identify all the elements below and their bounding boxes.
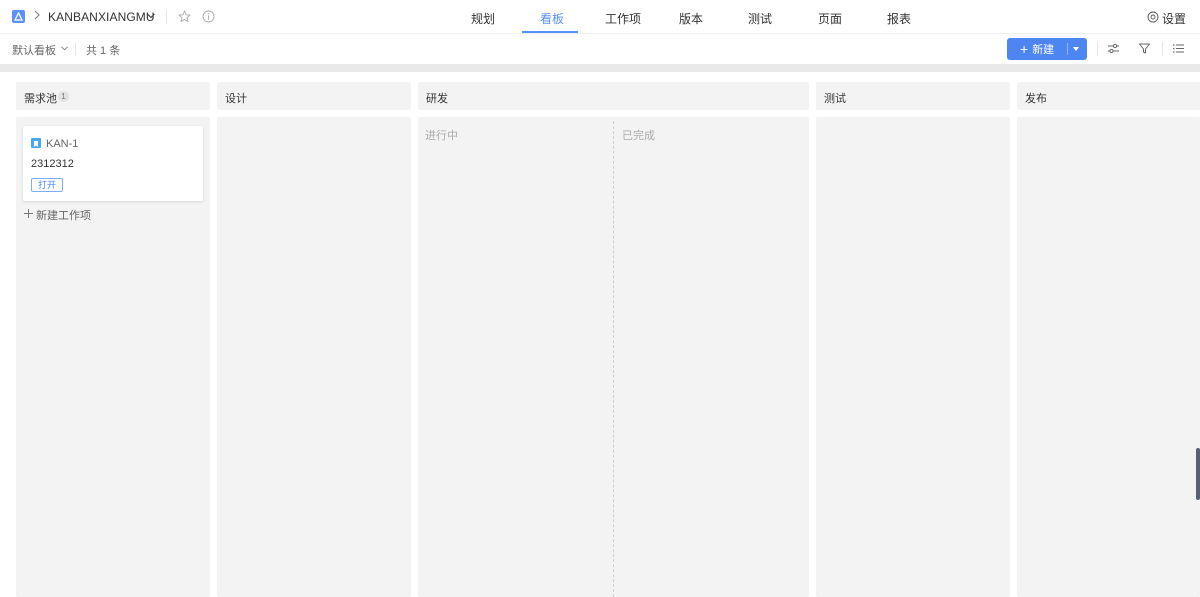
chevron-down-icon [60,44,69,56]
column-title: 发布 [1025,93,1047,105]
tab-pages[interactable]: 页面 [818,10,842,27]
column-header-development[interactable]: 研发 [418,82,809,110]
sub-column-in-progress: 进行中 [425,130,458,142]
board-top-strip [0,64,1200,72]
toolbar-divider [1162,42,1163,56]
top-bar: KANBANXIANGMU 规划 看板 工作项 版本 测试 页面 报表 设置 [0,0,1200,34]
sub-column-done: 已完成 [622,130,655,142]
tab-versions[interactable]: 版本 [679,10,703,27]
filter-icon[interactable] [1138,42,1151,58]
new-button-split [1067,43,1068,55]
tab-planning[interactable]: 规划 [471,10,495,27]
work-item-title: 2312312 [31,158,74,170]
scrollbar-handle[interactable] [1196,448,1200,500]
board-toolbar: 默认看板 共 1 条 + 新建 [0,34,1200,64]
settings-button[interactable]: 设置 [1147,10,1186,27]
column-header-backlog[interactable]: 需求池 1 [16,82,210,110]
project-name[interactable]: KANBANXIANGMU [48,10,155,24]
column-body-release [1017,117,1200,597]
column-header-design[interactable]: 设计 [217,82,411,110]
info-icon[interactable] [202,10,215,26]
column-title: 测试 [824,93,846,105]
work-item-card[interactable]: KAN-1 2312312 打开 [23,126,203,201]
new-dropdown-caret-icon[interactable] [1073,47,1079,51]
list-view-icon[interactable] [1172,42,1185,58]
story-bookmark-icon [31,138,41,148]
column-body-testing [816,117,1010,597]
column-title: 研发 [426,93,448,105]
item-count: 共 1 条 [86,45,121,57]
project-logo-icon[interactable] [12,10,25,23]
tab-testing[interactable]: 测试 [748,10,772,27]
add-work-item-button[interactable]: 新建工作项 [23,207,91,223]
breadcrumb-chevron-icon [33,9,41,24]
sub-column-divider [613,121,614,597]
plus-icon [23,208,34,222]
active-tab-indicator [522,31,578,33]
adjust-icon[interactable] [1107,42,1120,58]
toolbar-divider [1097,42,1098,56]
settings-icon [1147,11,1159,26]
new-button[interactable]: + 新建 [1007,38,1087,60]
tab-board[interactable]: 看板 [540,10,564,27]
column-header-release[interactable]: 发布 [1017,82,1200,110]
tab-work-items[interactable]: 工作项 [605,10,641,27]
tab-reports[interactable]: 报表 [887,10,911,27]
add-work-item-label: 新建工作项 [36,210,91,222]
column-count-badge: 1 [58,91,69,102]
work-item-key[interactable]: KAN-1 [46,138,78,150]
new-button-label: 新建 [1032,44,1055,56]
status-badge[interactable]: 打开 [31,178,64,192]
column-title: 设计 [225,93,247,105]
star-icon[interactable] [178,10,191,26]
settings-label: 设置 [1161,12,1186,26]
header-divider [166,10,167,24]
column-body-design [217,117,411,597]
plus-icon: + [1020,41,1029,57]
board-view-label: 默认看板 [12,45,56,57]
toolbar-divider [75,42,76,55]
column-header-testing[interactable]: 测试 [816,82,1010,110]
column-title: 需求池 [24,93,57,105]
chevron-down-icon[interactable] [146,10,156,24]
board-view-select[interactable]: 默认看板 [12,42,69,58]
